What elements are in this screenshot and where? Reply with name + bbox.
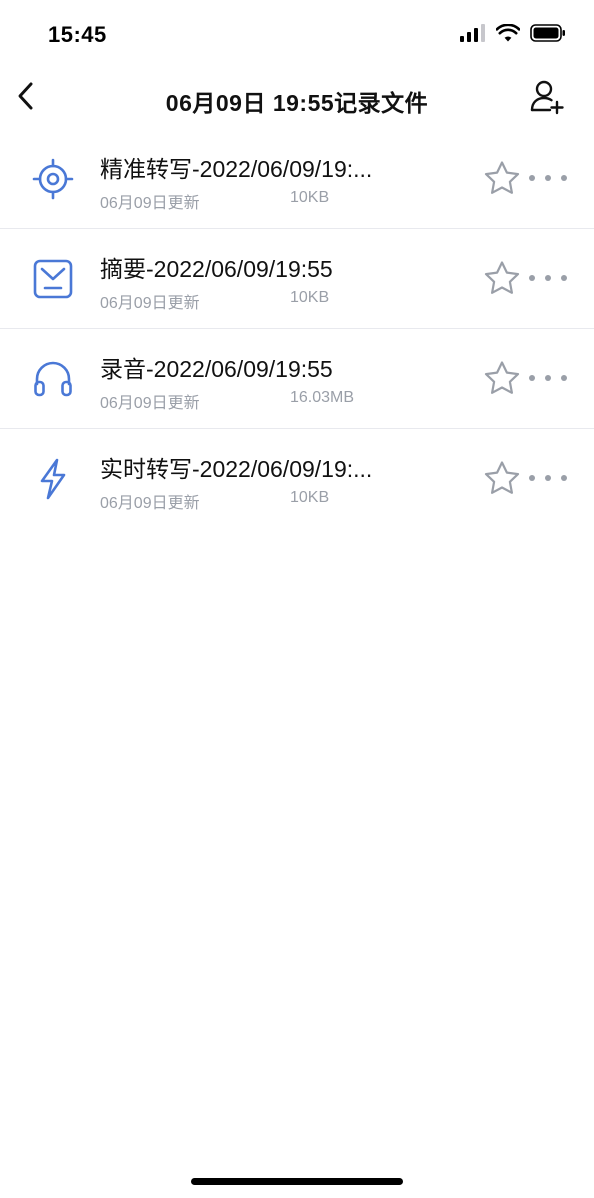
file-size: 10KB (290, 189, 330, 206)
more-dots-icon (528, 469, 568, 487)
more-options-button[interactable] (526, 466, 570, 490)
file-row-summary[interactable]: 摘要-2022/06/09/19:55 06月09日更新 10KB (0, 228, 594, 328)
headphones-icon (28, 356, 78, 402)
favorite-button[interactable] (482, 160, 522, 200)
file-size: 10KB (290, 489, 330, 506)
battery-icon (530, 23, 566, 47)
star-icon (483, 460, 521, 501)
file-row-precise-transcript[interactable]: 精准转写-2022/06/09/19:... 06月09日更新 10KB (0, 128, 594, 228)
more-options-button[interactable] (526, 166, 570, 190)
file-updated-date: 06月09日更新 (100, 295, 200, 312)
file-list: 精准转写-2022/06/09/19:... 06月09日更新 10KB 摘要-… (0, 128, 594, 528)
more-dots-icon (528, 369, 568, 387)
status-time: 15:45 (48, 22, 107, 47)
file-row-realtime-transcript[interactable]: 实时转写-2022/06/09/19:... 06月09日更新 10KB (0, 428, 594, 528)
status-icons (460, 23, 566, 47)
file-updated-date: 06月09日更新 (100, 495, 200, 512)
nav-bar: 06月09日 19:55记录文件 (0, 70, 594, 128)
add-member-button[interactable] (528, 80, 566, 118)
star-icon (483, 160, 521, 201)
favorite-button[interactable] (482, 360, 522, 400)
cellular-signal-icon (460, 23, 486, 47)
home-indicator[interactable] (191, 1178, 403, 1185)
file-name: 精准转写-2022/06/09/19:... (100, 156, 373, 182)
star-icon (483, 360, 521, 401)
inbox-icon (28, 256, 78, 302)
file-updated-date: 06月09日更新 (100, 195, 200, 212)
favorite-button[interactable] (482, 460, 522, 500)
more-dots-icon (528, 169, 568, 187)
file-name: 录音-2022/06/09/19:55 (100, 356, 333, 382)
file-name: 实时转写-2022/06/09/19:... (100, 456, 373, 482)
add-user-icon (529, 79, 565, 120)
file-size: 16.03MB (290, 389, 355, 406)
page-title: 06月09日 19:55记录文件 (165, 90, 429, 116)
favorite-button[interactable] (482, 260, 522, 300)
more-dots-icon (528, 269, 568, 287)
more-options-button[interactable] (526, 266, 570, 290)
status-bar: 15:45 (0, 0, 594, 70)
file-row-recording[interactable]: 录音-2022/06/09/19:55 06月09日更新 16.03MB (0, 328, 594, 428)
file-size: 10KB (290, 289, 330, 306)
file-updated-date: 06月09日更新 (100, 395, 200, 412)
wifi-icon (495, 23, 521, 47)
target-icon (28, 156, 78, 202)
star-icon (483, 260, 521, 301)
lightning-icon (28, 456, 78, 502)
file-name: 摘要-2022/06/09/19:55 (100, 256, 333, 282)
more-options-button[interactable] (526, 366, 570, 390)
